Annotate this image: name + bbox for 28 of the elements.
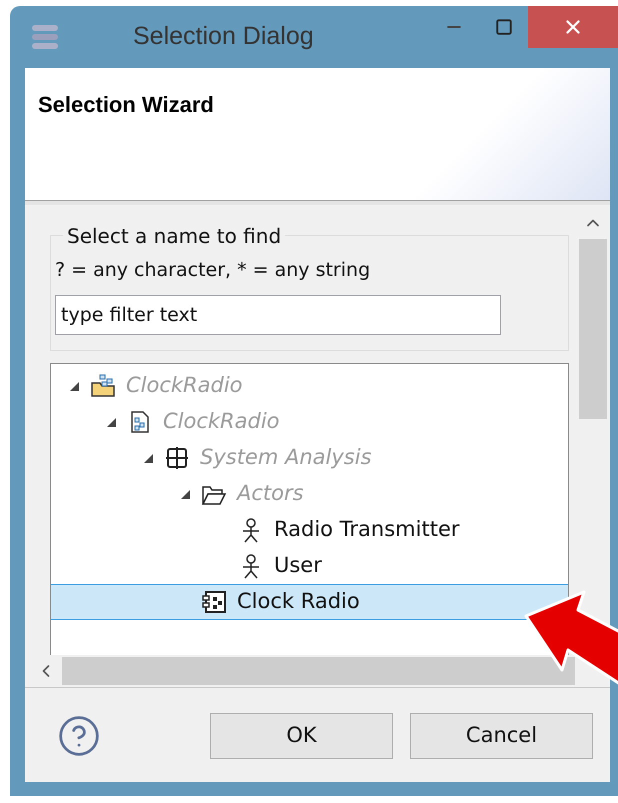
tree-item-label: Actors [237,480,304,508]
tree-item[interactable]: Radio Transmitter [51,512,568,548]
filter-hint: ? = any character, * = any string [55,258,372,283]
scroll-thumb[interactable] [62,657,575,685]
tree-item[interactable]: Clock Radio [51,584,568,620]
tree-item-label: Clock Radio [237,588,360,616]
dialog-button[interactable]: Cancel [410,712,593,758]
scroll-thumb[interactable] [578,239,606,419]
expanded-triangle-icon[interactable] [105,416,117,428]
tree-item[interactable]: User [51,548,568,584]
close-button[interactable] [528,6,618,48]
tree-item-label: ClockRadio [126,372,243,400]
maximize-icon[interactable] [495,18,513,36]
tree-item-label: ClockRadio [163,408,280,436]
tree-item-label: System Analysis [200,444,372,472]
grid-icon [164,445,190,471]
tree-item-label: User [274,552,322,580]
window-title: Selection Dialog [133,21,314,52]
filter-field[interactable]: type filter text [55,294,501,334]
expanded-triangle-icon[interactable] [179,488,191,500]
dialog-button[interactable]: OK [210,712,393,758]
expanded-triangle-icon[interactable] [142,452,154,464]
help-icon[interactable] [57,714,101,758]
expanded-triangle-icon[interactable] [68,380,80,392]
tree-item-label: Radio Transmitter [274,516,460,544]
folder-icon [90,373,116,399]
component-icon [201,589,227,615]
wizard-title: Selection Wizard [38,92,214,117]
